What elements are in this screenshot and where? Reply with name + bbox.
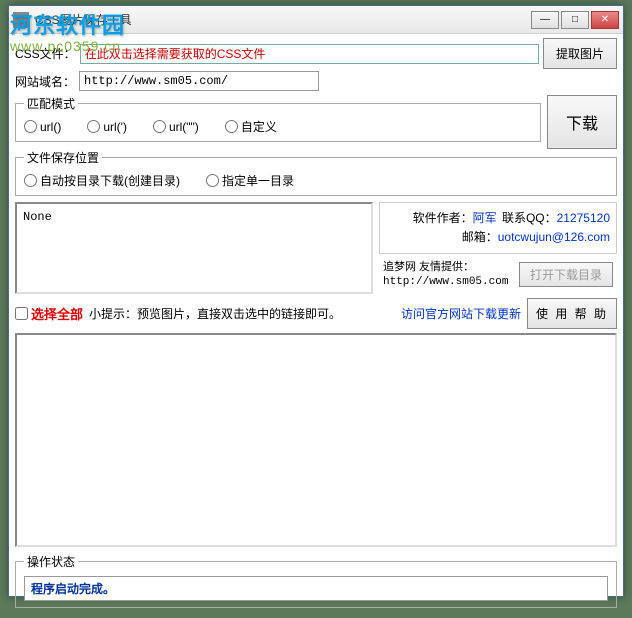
save-location-group: 文件保存位置 自动按目录下载(创建目录) 指定单一目录 [15,149,617,196]
titlebar[interactable]: CSS图片保存工具 — □ ✕ [9,6,623,34]
status-legend: 操作状态 [24,553,78,570]
extract-button[interactable]: 提取图片 [543,38,617,69]
save-location-radio-1[interactable]: 指定单一目录 [206,172,294,189]
result-list[interactable] [15,333,617,547]
site-info: 追梦网 友情提供： http://www.sm05.com [383,260,508,289]
author-info: 软件作者：阿军 联系QQ：21275120 邮箱：uotcwujun@126.c… [379,202,617,254]
match-mode-radio-3[interactable]: 自定义 [225,118,277,135]
app-window: CSS图片保存工具 — □ ✕ CSS文件： 提取图片 网站域名： 匹配模式 u… [8,5,624,597]
cssfile-label: CSS文件： [15,45,76,62]
domain-input[interactable] [79,71,319,91]
hint-text: 小提示：预览图片，直接双击选中的链接即可。 [89,305,341,322]
match-mode-radio-0[interactable]: url() [24,120,61,134]
cssfile-input[interactable] [80,44,539,64]
preview-text: None [23,210,52,224]
preview-area[interactable]: None [15,202,373,294]
select-all-checkbox[interactable]: 选择全部 [15,304,83,323]
close-button[interactable]: ✕ [591,11,619,29]
info-panel: 软件作者：阿军 联系QQ：21275120 邮箱：uotcwujun@126.c… [379,202,617,294]
save-location-legend: 文件保存位置 [24,149,102,166]
status-group: 操作状态 程序启动完成。 [15,553,617,608]
window-title: CSS图片保存工具 [35,11,531,28]
download-button[interactable]: 下载 [547,95,617,149]
save-location-radio-0[interactable]: 自动按目录下载(创建目录) [24,172,180,189]
status-text: 程序启动完成。 [24,576,608,601]
minimize-button[interactable]: — [531,11,559,29]
update-link[interactable]: 访问官方网站下载更新 [401,305,521,322]
open-dir-button[interactable]: 打开下载目录 [519,262,613,287]
match-mode-radio-2[interactable]: url("") [153,120,199,134]
app-icon [13,12,29,28]
match-mode-legend: 匹配模式 [24,95,78,112]
match-mode-radio-1[interactable]: url(') [87,120,127,134]
help-button[interactable]: 使 用 帮 助 [527,298,617,329]
match-mode-group: 匹配模式 url() url(') url("") 自定义 [15,95,541,142]
maximize-button[interactable]: □ [561,11,589,29]
domain-label: 网站域名： [15,73,75,90]
